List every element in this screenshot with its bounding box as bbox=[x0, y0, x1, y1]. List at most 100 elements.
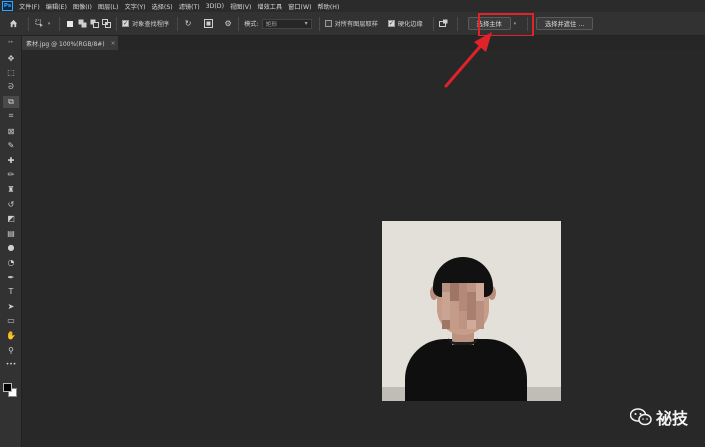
menu-plugins[interactable]: 增效工具 bbox=[257, 2, 282, 11]
face-mosaic bbox=[442, 283, 484, 329]
rectangle-icon[interactable]: ▭ bbox=[3, 315, 19, 327]
menu-bar: Ps 文件(F) 编辑(E) 图像(I) 图层(L) 文字(Y) 选择(S) 滤… bbox=[0, 0, 705, 12]
mosaic-cell bbox=[475, 301, 484, 311]
mosaic-cell bbox=[467, 283, 476, 293]
history-brush-icon[interactable]: ↺ bbox=[3, 198, 19, 210]
healing-icon[interactable]: ✚ bbox=[3, 154, 19, 166]
mosaic-cell bbox=[475, 310, 484, 320]
brush-icon[interactable]: ✏ bbox=[3, 169, 19, 181]
checkbox-checked[interactable]: ✓ bbox=[122, 20, 129, 27]
menu-view[interactable]: 视图(V) bbox=[230, 2, 251, 11]
mosaic-cell bbox=[475, 283, 484, 293]
mosaic-cell bbox=[450, 319, 459, 329]
menu-3d[interactable]: 3D(D) bbox=[206, 3, 224, 10]
mosaic-cell bbox=[442, 301, 451, 311]
close-icon[interactable]: × bbox=[111, 40, 116, 47]
intersect-selection-icon[interactable] bbox=[101, 19, 111, 29]
hand-icon[interactable]: ✋ bbox=[3, 329, 19, 341]
mosaic-cell bbox=[450, 292, 459, 302]
document-tab[interactable]: 素材.jpg @ 100%(RGB/8#) × bbox=[22, 36, 118, 50]
type-icon[interactable]: T bbox=[3, 286, 19, 298]
mode-select[interactable]: 矩形 ▾ bbox=[261, 18, 312, 29]
sample-all-layers-checkbox[interactable]: 对所有图层取样 bbox=[324, 19, 378, 28]
collar bbox=[448, 337, 478, 345]
menu-layer[interactable]: 图层(L) bbox=[98, 2, 119, 11]
menu-image[interactable]: 图像(I) bbox=[73, 2, 92, 11]
add-selection-icon[interactable] bbox=[77, 19, 87, 29]
move-icon[interactable]: ✥ bbox=[3, 52, 19, 64]
watermark-text: 祕技 bbox=[656, 409, 689, 428]
mosaic-cell bbox=[467, 319, 476, 329]
watermark: 祕技 bbox=[630, 405, 688, 429]
object-finder-checkbox[interactable]: ✓ 对象查找程序 bbox=[122, 19, 169, 28]
show-objects-icon[interactable] bbox=[203, 19, 213, 29]
gear-icon[interactable]: ⚙ bbox=[223, 19, 233, 29]
marquee-icon[interactable]: ⬚ bbox=[3, 67, 19, 79]
dodge-icon[interactable]: ◔ bbox=[3, 256, 19, 268]
menu-file[interactable]: 文件(F) bbox=[19, 2, 40, 11]
refresh-icon[interactable]: ↻ bbox=[183, 19, 193, 29]
mosaic-cell bbox=[475, 319, 484, 329]
mosaic-cell bbox=[458, 319, 468, 329]
mosaic-cell bbox=[450, 310, 459, 320]
mosaic-cell bbox=[458, 301, 468, 311]
mosaic-cell bbox=[475, 292, 484, 302]
lasso-icon[interactable]: ᘐ bbox=[3, 81, 19, 93]
checkbox-checked[interactable]: ✓ bbox=[387, 20, 395, 27]
menu-type[interactable]: 文字(Y) bbox=[125, 2, 146, 11]
divider bbox=[28, 16, 29, 31]
path-select-icon[interactable]: ➤ bbox=[3, 300, 19, 312]
select-and-mask-button[interactable]: 选择并遮住 ... bbox=[535, 17, 594, 30]
hard-edge-checkbox[interactable]: ✓ 硬化边缘 bbox=[387, 19, 423, 28]
chevron-down-icon: ▾ bbox=[304, 19, 308, 27]
object-finder-label: 对象查找程序 bbox=[132, 21, 170, 28]
mosaic-cell bbox=[442, 310, 451, 320]
frame-icon[interactable]: ⊠ bbox=[3, 125, 19, 137]
document-canvas-photo[interactable] bbox=[382, 221, 561, 401]
object-select-tool-icon[interactable] bbox=[34, 19, 44, 29]
divider bbox=[59, 16, 60, 31]
pen-icon[interactable]: ✒ bbox=[3, 271, 19, 283]
sample-all-layers-label: 对所有图层取样 bbox=[334, 21, 378, 28]
mosaic-cell bbox=[467, 301, 476, 311]
menu-edit[interactable]: 编辑(E) bbox=[46, 2, 67, 11]
mosaic-cell bbox=[467, 292, 476, 302]
canvas-workspace[interactable] bbox=[22, 50, 705, 447]
checkbox-unchecked[interactable] bbox=[324, 20, 332, 27]
eraser-icon[interactable]: ◩ bbox=[3, 213, 19, 225]
home-icon[interactable] bbox=[8, 19, 18, 29]
divider bbox=[238, 16, 240, 31]
mosaic-cell bbox=[450, 283, 459, 293]
chevron-down-icon[interactable]: ▾ bbox=[44, 19, 54, 29]
menu-select[interactable]: 选择(S) bbox=[152, 2, 173, 11]
zoom-icon[interactable]: ⚲ bbox=[3, 344, 19, 356]
mosaic-cell bbox=[442, 283, 451, 293]
mode-label: 模式: bbox=[244, 21, 259, 28]
object-select-icon[interactable]: ⧉ bbox=[3, 95, 19, 108]
menu-window[interactable]: 窗口(W) bbox=[288, 2, 311, 11]
new-selection-icon[interactable] bbox=[65, 19, 75, 29]
mosaic-cell bbox=[450, 301, 459, 311]
blur-icon[interactable]: ● bbox=[3, 242, 19, 254]
hard-edge-label: 硬化边缘 bbox=[397, 21, 423, 28]
divider bbox=[318, 16, 320, 31]
subtract-selection-icon[interactable] bbox=[89, 19, 99, 29]
divider bbox=[432, 16, 434, 31]
foreground-color-swatch[interactable] bbox=[3, 383, 12, 392]
gradient-icon[interactable]: ▤ bbox=[3, 227, 19, 239]
select-icon[interactable] bbox=[439, 19, 449, 29]
pointer-arrow-icon bbox=[444, 32, 492, 88]
more-icon[interactable]: ••• bbox=[3, 359, 19, 371]
eyedropper-icon[interactable]: ✎ bbox=[3, 140, 19, 152]
wechat-icon bbox=[630, 408, 652, 426]
document-tab-bar: 素材.jpg @ 100%(RGB/8#) × bbox=[22, 36, 705, 50]
clone-stamp-icon[interactable]: ♜ bbox=[3, 183, 19, 195]
panel-grip-icon[interactable]: ▸▸ bbox=[3, 40, 19, 45]
divider bbox=[177, 16, 179, 31]
menu-filter[interactable]: 滤镜(T) bbox=[179, 2, 200, 11]
photoshop-logo: Ps bbox=[2, 1, 13, 11]
menu-help[interactable]: 帮助(H) bbox=[318, 2, 340, 11]
shirt bbox=[405, 339, 527, 401]
crop-icon[interactable]: ⌗ bbox=[3, 110, 19, 122]
mosaic-cell bbox=[458, 292, 468, 302]
